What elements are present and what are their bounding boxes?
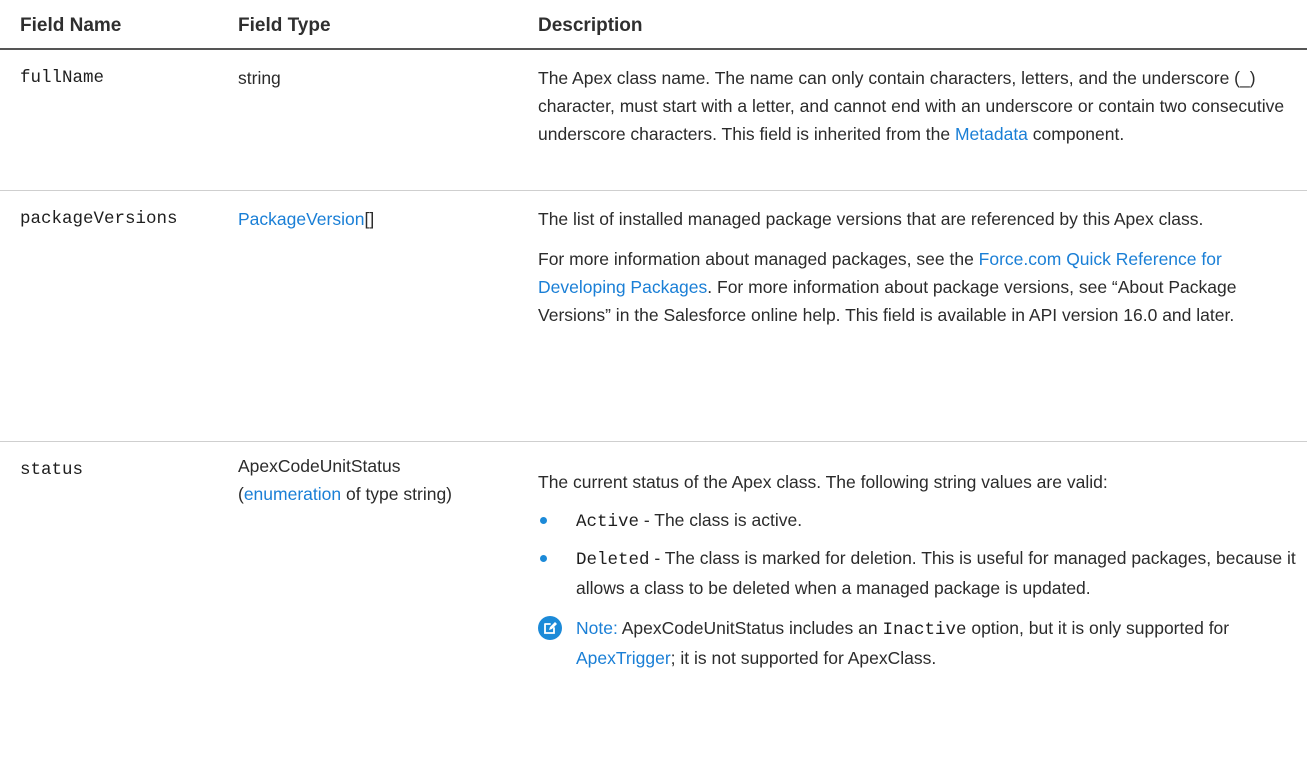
header-field-type: Field Type: [238, 15, 331, 36]
note-edit-icon: [538, 616, 562, 640]
field-description: The list of installed managed package ve…: [538, 205, 1298, 329]
note-text: ApexCodeUnitStatus includes an: [617, 618, 883, 638]
list-item-text: - The class is active.: [639, 510, 803, 530]
table-row: fullName string The Apex class name. The…: [0, 50, 1307, 191]
field-description: The current status of the Apex class. Th…: [538, 468, 1298, 672]
description-paragraph: The current status of the Apex class. Th…: [538, 472, 1108, 492]
field-type: PackageVersion[]: [238, 205, 518, 233]
metadata-link[interactable]: Metadata: [955, 124, 1028, 144]
note-text: option, but it is only supported for: [966, 618, 1230, 638]
table-header: Field Name Field Type Description: [0, 0, 1307, 50]
list-item-text: - The class is marked for deletion. This…: [576, 548, 1296, 598]
bullet-dot: [540, 517, 547, 524]
header-field-name: Field Name: [20, 15, 122, 36]
note-text: ; it is not supported for ApexClass.: [670, 648, 937, 668]
note-code-inactive: Inactive: [882, 620, 967, 640]
note-box: Note: ApexCodeUnitStatus includes an Ina…: [538, 614, 1298, 672]
packageversion-link[interactable]: PackageVersion: [238, 209, 364, 229]
status-code-deleted: Deleted: [576, 550, 650, 570]
type-name: ApexCodeUnitStatus: [238, 456, 401, 476]
header-description: Description: [538, 15, 643, 36]
description-text: The Apex class name. The name can only c…: [538, 68, 1285, 144]
type-rest: of type string): [341, 484, 453, 504]
table-row: status ApexCodeUnitStatus (enumeration o…: [0, 442, 1307, 780]
list-item: Active - The class is active.: [538, 506, 1298, 536]
bullet-dot: [540, 555, 547, 562]
field-description: The Apex class name. The name can only c…: [538, 64, 1298, 148]
description-paragraph: The list of installed managed package ve…: [538, 209, 1204, 229]
description-paragraph: For more information about managed packa…: [538, 245, 1298, 329]
type-suffix: []: [364, 209, 375, 229]
description-text: component.: [1027, 124, 1125, 144]
status-values-list: Active - The class is active. Deleted - …: [538, 506, 1298, 602]
status-code-active: Active: [576, 512, 640, 532]
description-text: For more information about managed packa…: [538, 249, 979, 269]
field-type: string: [238, 68, 281, 88]
enumeration-link[interactable]: enumeration: [244, 484, 341, 504]
field-name: packageVersions: [20, 209, 178, 229]
field-name: status: [20, 460, 84, 480]
field-type: ApexCodeUnitStatus (enumeration of type …: [238, 452, 518, 508]
note-label: Note:: [576, 618, 618, 638]
apextrigger-link[interactable]: ApexTrigger: [576, 648, 671, 668]
field-name: fullName: [20, 68, 105, 88]
list-item: Deleted - The class is marked for deleti…: [538, 544, 1298, 602]
table-row: packageVersions PackageVersion[] The lis…: [0, 191, 1307, 442]
